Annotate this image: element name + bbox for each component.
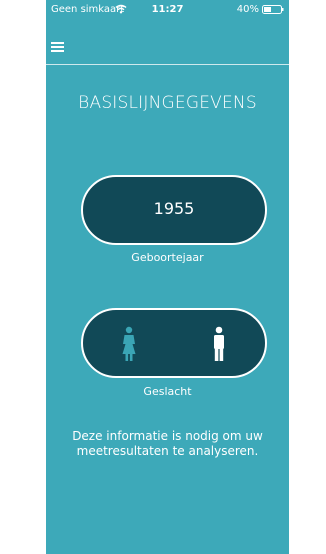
battery-icon	[262, 5, 284, 14]
birth-year-selector[interactable]: 1955	[81, 175, 267, 245]
page-title: BASISLIJNGEGEVENS	[78, 93, 257, 113]
male-icon	[214, 326, 224, 361]
birth-year-value: 1955	[153, 199, 195, 218]
status-bar: Geen simkaart 11:27 40%	[46, 0, 289, 20]
female-option[interactable]	[109, 324, 149, 364]
male-option[interactable]	[199, 324, 239, 364]
female-icon	[122, 326, 136, 361]
gender-selector	[81, 308, 267, 378]
battery-percentage: 40%	[236, 4, 259, 15]
nav-bar	[46, 20, 289, 65]
app-screen: Geen simkaart 11:27 40% BASISLIJNGEGEVEN…	[46, 0, 289, 554]
hamburger-menu-icon[interactable]	[51, 42, 64, 52]
info-text: Deze informatie is nodig om uw meetresul…	[72, 429, 263, 458]
gender-label: Geslacht	[143, 385, 192, 398]
birth-year-label: Geboortejaar	[131, 251, 204, 264]
